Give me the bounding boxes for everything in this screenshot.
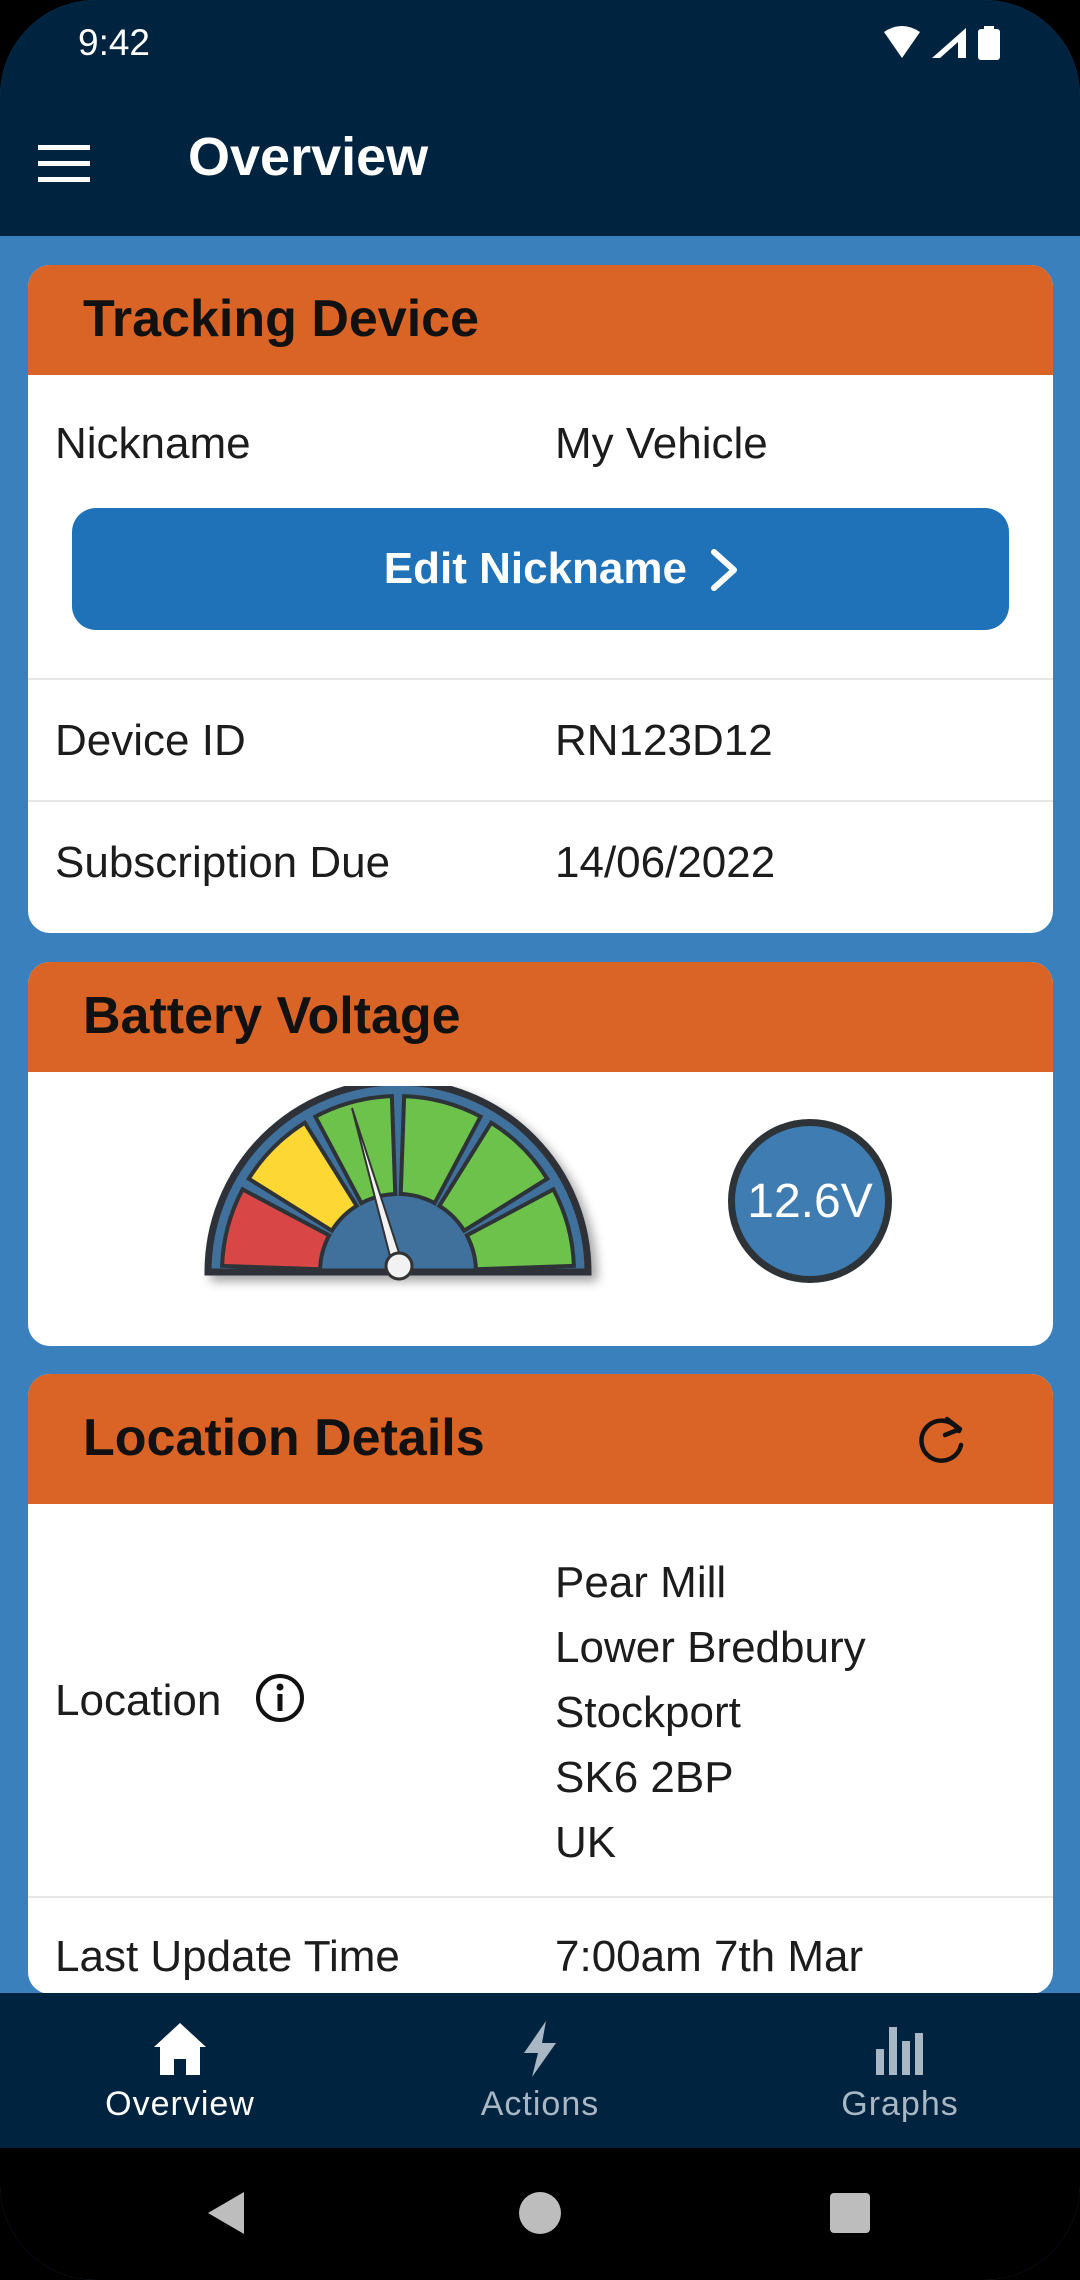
nav-actions-label: Actions (480, 2085, 600, 2123)
nav-actions[interactable]: Actions (360, 1993, 720, 2148)
battery-gauge (204, 1086, 592, 1281)
battery-voltage-header: Battery Voltage (28, 962, 1053, 1072)
recents-icon[interactable] (825, 2188, 875, 2243)
address-line: Lower Bredbury (555, 1623, 866, 1672)
bar-chart-icon (720, 2019, 1080, 2079)
menu-button[interactable] (30, 128, 100, 198)
nav-graphs-label: Graphs (841, 2085, 959, 2123)
subscription-row: Subscription Due 14/06/2022 (28, 800, 1053, 932)
lightning-icon (360, 2019, 720, 2079)
page-title: Overview (188, 127, 429, 187)
tracking-device-header: Tracking Device (28, 265, 1053, 375)
home-icon (0, 2019, 360, 2079)
refresh-icon (919, 1416, 964, 1463)
wifi-icon (884, 26, 920, 58)
address-line: SK6 2BP (555, 1753, 734, 1802)
battery-voltage-card: Battery Voltage 12.6V (28, 962, 1053, 1346)
back-icon[interactable] (200, 2188, 250, 2243)
battery-icon (978, 26, 1000, 60)
signal-icon (932, 28, 966, 58)
bottom-navigation: Overview Actions Graphs (0, 1993, 1080, 2148)
voltage-readout: 12.6V (728, 1119, 892, 1283)
address-line: UK (555, 1818, 617, 1867)
location-row: Location Pear Mill Lower Bredbury Stockp… (28, 1504, 1053, 1896)
last-update-value: 7:00am 7th Mar (555, 1932, 864, 1981)
location-details-header: Location Details (28, 1374, 1053, 1504)
home-circle-icon[interactable] (515, 2188, 565, 2243)
nav-graphs[interactable]: Graphs (720, 1993, 1080, 2148)
nav-overview[interactable]: Overview (0, 1993, 360, 2148)
nickname-value: My Vehicle (555, 419, 768, 468)
edit-nickname-button[interactable]: Edit Nickname (72, 508, 1009, 630)
battery-voltage-title: Battery Voltage (83, 987, 461, 1045)
edit-nickname-label: Edit Nickname (383, 544, 687, 593)
location-details-title: Location Details (83, 1409, 485, 1467)
tracking-device-card: Tracking Device Nickname My Vehicle Edit… (28, 265, 1053, 933)
status-bar: 9:42 (0, 0, 1080, 88)
chevron-right-icon (704, 546, 744, 599)
address-line: Pear Mill (555, 1558, 727, 1607)
tracking-device-title: Tracking Device (83, 290, 479, 348)
nickname-row: Nickname My Vehicle Edit Nickname (28, 375, 1053, 678)
status-time: 9:42 (78, 22, 151, 63)
subscription-label: Subscription Due (55, 838, 391, 887)
device-id-label: Device ID (55, 716, 246, 765)
location-details-card: Location Details Location Pear Mill Lowe… (28, 1374, 1053, 1994)
device-id-value: RN123D12 (555, 716, 773, 765)
location-label: Location (55, 1676, 221, 1726)
subscription-value: 14/06/2022 (555, 838, 776, 887)
address-block: Pear Mill Lower Bredbury Stockport SK6 2… (555, 1550, 866, 1875)
system-navigation-bar (0, 2148, 1080, 2280)
address-line: Stockport (555, 1688, 741, 1737)
nickname-label: Nickname (55, 419, 251, 468)
nav-overview-label: Overview (105, 2085, 255, 2123)
refresh-button[interactable] (913, 1409, 973, 1469)
last-update-row: Last Update Time 7:00am 7th Mar (28, 1896, 1053, 1994)
hamburger-menu-icon (38, 145, 90, 182)
location-label-text: Location (55, 1676, 222, 1725)
status-icons (880, 24, 1010, 69)
app-bar: Overview (0, 88, 1080, 236)
device-id-row: Device ID RN123D12 (28, 678, 1053, 800)
info-icon[interactable] (254, 1672, 306, 1729)
phone-screen: 9:42 Overview Tracking Device Nickname M… (0, 0, 1080, 2280)
last-update-label: Last Update Time (55, 1932, 400, 1981)
